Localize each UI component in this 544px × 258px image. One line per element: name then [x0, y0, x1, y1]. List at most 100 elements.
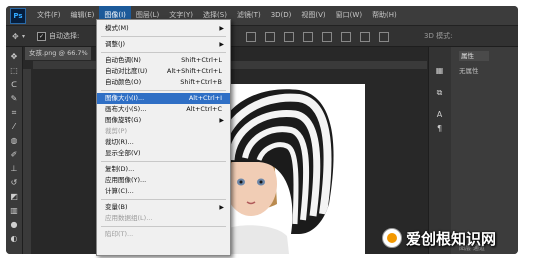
image-menu-item[interactable]: 图像旋转(G) ▶ [97, 115, 230, 126]
menu-item-label: 复制(D)... [105, 165, 135, 173]
menu-separator [101, 52, 226, 53]
menu-item[interactable]: 3D(D) [266, 6, 297, 25]
menu-item-shortcut: Shift+Ctrl+B [180, 78, 222, 86]
history-brush-tool-icon[interactable]: ↺ [10, 179, 18, 187]
align-left-icon[interactable] [303, 32, 313, 42]
menu-item-label: 自动色调(N) [105, 56, 141, 64]
menu-item-label: 计算(C)... [105, 187, 134, 195]
image-menu-item[interactable]: 裁切(R)... [97, 137, 230, 148]
image-menu-item[interactable]: 自动色调(N) Shift+Ctrl+L [97, 55, 230, 66]
properties-tab[interactable]: 属性 [459, 51, 489, 61]
ruler-vertical [23, 69, 31, 254]
menu-item-label: 裁切(R)... [105, 138, 134, 146]
photoshop-window: Ps 文件(F) 编辑(E) 图像(I) 图层(L) 文字(Y) 选择(S) 滤镜(T) 3D… [6, 6, 518, 254]
image-menu-item: 陷印(T)... [97, 229, 230, 240]
character-icon[interactable]: A [434, 109, 445, 120]
image-menu-item[interactable]: 模式(M) ▶ [97, 23, 230, 34]
menu-item-label: 图像旋转(G) [105, 116, 142, 124]
lasso-tool-icon[interactable]: ᑕ [10, 81, 18, 89]
menu-item-shortcut: Alt+Shift+Ctrl+L [166, 67, 222, 75]
align-buttons [246, 32, 389, 42]
image-menu-item[interactable]: 应用图像(Y)... [97, 175, 230, 186]
image-menu-item[interactable]: 画布大小(S)... Alt+Ctrl+C [97, 104, 230, 115]
submenu-arrow-icon: ▶ [219, 41, 224, 48]
menu-item-shortcut: Alt+Ctrl+C [186, 105, 222, 113]
image-menu-item[interactable]: 图像大小(I)... Alt+Ctrl+I [97, 93, 230, 104]
eraser-tool-icon[interactable]: ◩ [10, 193, 18, 201]
align-bottom-icon[interactable] [284, 32, 294, 42]
image-menu-item[interactable]: 计算(C)... [97, 186, 230, 197]
menu-item-label: 画布大小(S)... [105, 105, 147, 113]
align-right-icon[interactable] [341, 32, 351, 42]
stamp-tool-icon[interactable]: ⊥ [10, 165, 18, 173]
menu-separator [101, 90, 226, 91]
menu-item-label: 变量(B) [105, 203, 128, 211]
document-tab[interactable]: 女孩.png @ 66.7% [25, 47, 91, 60]
dodge-tool-icon[interactable]: ◐ [10, 235, 18, 243]
tools-panel: ✥ ⬚ ᑕ ✎ ⌗ ⁄ ◍ ✐ ⊥ ↺ ◩ ▥ ● ◐ [6, 47, 23, 254]
align-middle-icon[interactable] [265, 32, 275, 42]
image-menu-dropdown: 模式(M) ▶ 调整(J) ▶ 自动色调(N) Shift+Ctrl+L 自动对比度(U) A… [96, 19, 231, 256]
marquee-tool-icon[interactable]: ⬚ [10, 67, 18, 75]
menu-item-label: 自动颜色(O) [105, 78, 142, 86]
menu-separator [101, 36, 226, 37]
menu-item-label: 图像大小(I)... [105, 94, 145, 102]
submenu-arrow-icon: ▶ [219, 117, 224, 124]
no-properties-label: 无属性 [459, 67, 479, 75]
image-menu-item[interactable]: 自动颜色(O) Shift+Ctrl+B [97, 77, 230, 88]
history-icon[interactable]: ▦ [434, 65, 445, 76]
image-menu-item[interactable]: 调整(J) ▶ [97, 39, 230, 50]
auto-select-label: 自动选择: [49, 32, 80, 40]
move-tool-icon[interactable]: ✥ [12, 32, 21, 41]
image-menu-item[interactable]: 变量(B) ▶ [97, 202, 230, 213]
properties-panel: 属性 无属性 图层 通道 [451, 47, 518, 254]
photoshop-logo: Ps [10, 7, 26, 24]
menu-item[interactable]: 编辑(E) [66, 6, 100, 25]
healing-brush-tool-icon[interactable]: ◍ [10, 137, 18, 145]
watermark-logo-icon [382, 228, 402, 248]
menu-item-label: 调整(J) [105, 40, 125, 48]
image-menu-item[interactable]: 自动对比度(U) Alt+Shift+Ctrl+L [97, 66, 230, 77]
move-tool-icon[interactable]: ✥ [10, 53, 18, 61]
menu-item[interactable]: 滤镜(T) [232, 6, 266, 25]
menu-item-label: 模式(M) [105, 24, 129, 32]
brush-tool-icon[interactable]: ✐ [10, 151, 18, 159]
watermark: 爱创根知识网 [382, 226, 496, 250]
panel-dock: ▦ ⧉ A ¶ [428, 47, 451, 254]
gradient-tool-icon[interactable]: ▥ [10, 207, 18, 215]
align-center-icon[interactable] [322, 32, 332, 42]
menu-item[interactable]: 视图(V) [296, 6, 330, 25]
menu-item[interactable]: 窗口(W) [331, 6, 367, 25]
menu-bar: Ps 文件(F) 编辑(E) 图像(I) 图层(L) 文字(Y) 选择(S) 滤镜(T) 3D… [6, 6, 518, 26]
menu-item-shortcut: Shift+Ctrl+L [181, 56, 222, 64]
image-menu-item[interactable]: 显示全部(V) [97, 148, 230, 159]
quick-select-tool-icon[interactable]: ✎ [10, 95, 18, 103]
mode-3d-label: 3D 模式: [424, 32, 453, 40]
chevron-down-icon[interactable]: ▾ [22, 32, 31, 41]
align-top-icon[interactable] [246, 32, 256, 42]
image-menu-item: 应用数据组(L)... [97, 213, 230, 224]
crop-tool-icon[interactable]: ⌗ [10, 109, 18, 117]
image-menu-item[interactable]: 复制(D)... [97, 164, 230, 175]
submenu-arrow-icon: ▶ [219, 25, 224, 32]
menu-item-label: 应用图像(Y)... [105, 176, 147, 184]
layers-comp-icon[interactable]: ⧉ [434, 87, 445, 98]
menu-separator [101, 226, 226, 227]
options-bar: ✥ ▾ ✓ 自动选择: 3D 模式: [6, 26, 518, 47]
menu-separator [101, 199, 226, 200]
distribute-icon[interactable] [360, 32, 370, 42]
menu-item-label: 裁剪(P) [105, 127, 127, 135]
menu-item-label: 自动对比度(U) [105, 67, 148, 75]
blur-tool-icon[interactable]: ● [10, 221, 18, 229]
menu-item-shortcut: Alt+Ctrl+I [188, 94, 222, 102]
menu-item-label: 陷印(T)... [105, 230, 134, 238]
menu-item[interactable]: 文件(F) [32, 6, 66, 25]
menu-item-label: 应用数据组(L)... [105, 214, 153, 222]
eyedropper-tool-icon[interactable]: ⁄ [10, 123, 18, 131]
auto-select-checkbox[interactable]: ✓ [37, 31, 46, 41]
paragraph-icon[interactable]: ¶ [434, 123, 445, 134]
distribute-2-icon[interactable] [379, 32, 389, 42]
menu-item[interactable]: 帮助(H) [367, 6, 402, 25]
menu-separator [101, 161, 226, 162]
submenu-arrow-icon: ▶ [219, 204, 224, 211]
